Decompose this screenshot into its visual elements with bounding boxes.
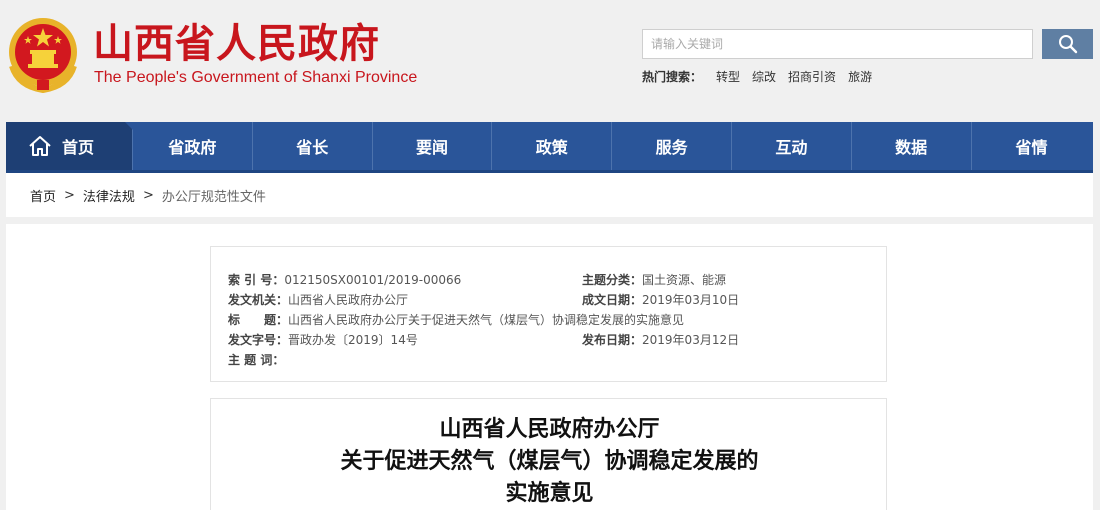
hot-search-term[interactable]: 旅游 — [848, 68, 872, 85]
site-subtitle: The People's Government of Shanxi Provin… — [94, 69, 418, 86]
breadcrumb-laws[interactable]: 法律法规 — [83, 186, 135, 205]
nav-item-service[interactable]: 服务 — [612, 122, 732, 170]
breadcrumb-separator: > — [64, 187, 75, 203]
site-header: 山西省人民政府 The People's Government of Shanx… — [0, 0, 1100, 122]
nav-item-home[interactable]: 首页 — [6, 122, 133, 170]
breadcrumb: 首页 > 法律法规 > 办公厅规范性文件 — [6, 173, 1093, 217]
content-area: 索 引 号：012150SX00101/2019-00066 主题分类：国土资源… — [6, 224, 1093, 510]
meta-doc-number: 发文字号：晋政办发〔2019〕14号 — [228, 333, 418, 347]
search-icon — [1058, 35, 1077, 54]
national-emblem-icon[interactable] — [6, 14, 80, 94]
nav-item-news[interactable]: 要闻 — [373, 122, 493, 170]
breadcrumb-current: 办公厅规范性文件 — [161, 189, 266, 205]
meta-title: 标 题：山西省人民政府办公厅关于促进天然气（煤层气）协调稳定发展的实施意见 — [228, 313, 685, 327]
meta-topic: 主题分类：国土资源、能源 — [582, 273, 727, 287]
main-nav: 首页 省政府 省长 要闻 政策 服务 互动 数据 省情 — [6, 122, 1093, 173]
meta-index: 索 引 号：012150SX00101/2019-00066 — [228, 273, 462, 287]
hot-search-term[interactable]: 招商引资 — [788, 68, 836, 85]
hot-search-term[interactable]: 综改 — [752, 68, 776, 85]
nav-item-interaction[interactable]: 互动 — [732, 122, 852, 170]
nav-item-label: 首页 — [62, 138, 95, 157]
meta-publish-date: 发布日期：2019年03月12日 — [582, 333, 740, 347]
hot-search: 热门搜索： 转型 综改 招商引资 旅游 — [642, 68, 884, 85]
nav-item-province-info[interactable]: 省情 — [972, 122, 1092, 170]
document-title-line: 实施意见 — [505, 481, 594, 506]
meta-date-written: 成文日期：2019年03月10日 — [582, 293, 740, 307]
site-title: 山西省人民政府 — [93, 20, 380, 67]
nav-item-policy[interactable]: 政策 — [492, 122, 613, 170]
document-body: 山西省人民政府办公厅 关于促进天然气（煤层气）协调稳定发展的 实施意见 — [210, 398, 887, 510]
search-input[interactable] — [642, 29, 1033, 59]
document-title-line: 山西省人民政府办公厅 — [439, 417, 660, 442]
breadcrumb-separator: > — [142, 187, 154, 203]
search-button[interactable] — [1042, 29, 1093, 59]
meta-keywords: 主 题 词： — [228, 353, 285, 367]
document-title-line: 关于促进天然气（煤层气）协调稳定发展的 — [340, 449, 759, 474]
home-icon — [29, 136, 51, 156]
breadcrumb-home[interactable]: 首页 — [30, 186, 56, 205]
nav-item-governor[interactable]: 省长 — [253, 122, 373, 170]
hot-search-term[interactable]: 转型 — [716, 68, 740, 85]
document-metadata: 索 引 号：012150SX00101/2019-00066 主题分类：国土资源… — [210, 246, 887, 382]
nav-item-government[interactable]: 省政府 — [133, 122, 253, 170]
meta-issuer: 发文机关：山西省人民政府办公厅 — [228, 293, 409, 307]
hot-search-label: 热门搜索： — [642, 70, 703, 84]
nav-item-data[interactable]: 数据 — [852, 122, 972, 170]
